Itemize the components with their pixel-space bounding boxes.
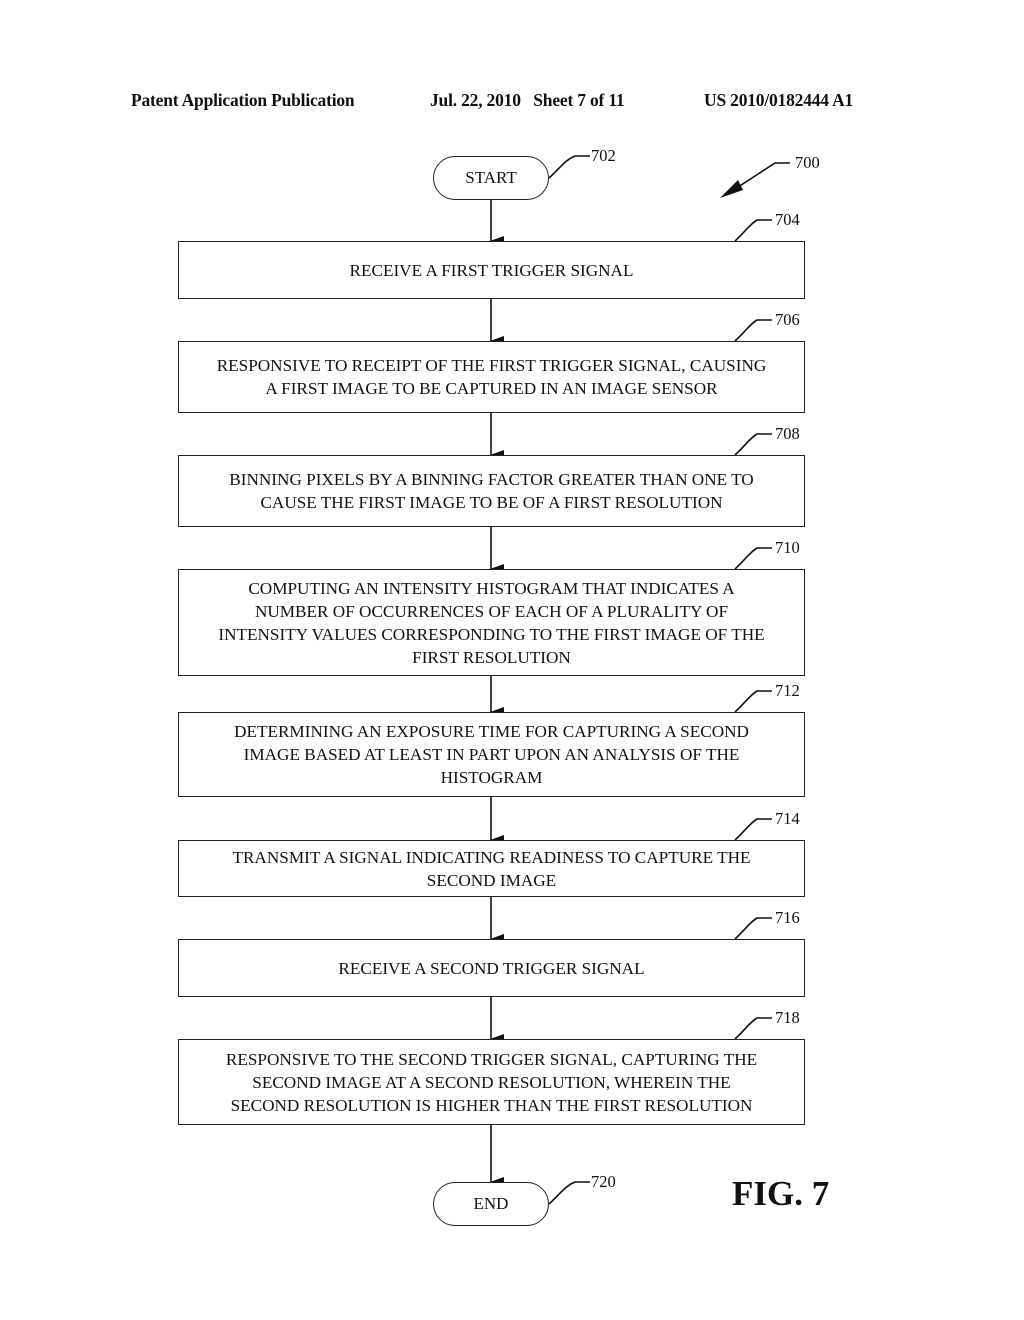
leader-708 [734, 433, 772, 456]
ref-702: 702 [591, 146, 616, 165]
leader-718 [734, 1017, 772, 1040]
step-712-text: DETERMINING AN EXPOSURE TIME FOR CAPTURI… [234, 722, 749, 787]
step-710-text: COMPUTING AN INTENSITY HISTOGRAM THAT IN… [218, 578, 765, 667]
step-718-text: RESPONSIVE TO THE SECOND TRIGGER SIGNAL,… [225, 1049, 758, 1115]
step-714-box: TRANSMIT A SIGNAL INDICATING READINESS T… [178, 840, 805, 897]
ref-700: 700 [795, 153, 820, 172]
leader-714 [734, 818, 772, 841]
start-label: START [465, 168, 517, 187]
leader-700 [734, 162, 790, 190]
step-718-box: RESPONSIVE TO THE SECOND TRIGGER SIGNAL,… [178, 1039, 805, 1125]
ref-706: 706 [775, 310, 800, 329]
leader-702 [548, 155, 590, 179]
end-terminal: END [433, 1182, 549, 1226]
step-716-text: RECEIVE A SECOND TRIGGER SIGNAL [338, 958, 645, 978]
leader-710 [734, 547, 772, 570]
step-712-box: DETERMINING AN EXPOSURE TIME FOR CAPTURI… [178, 712, 805, 797]
step-708-text: BINNING PIXELS BY A BINNING FACTOR GREAT… [229, 470, 754, 512]
figure-label: FIG. 7 [732, 1174, 830, 1213]
step-716-box: RECEIVE A SECOND TRIGGER SIGNAL [178, 939, 805, 997]
ref-708: 708 [775, 424, 800, 443]
leader-712 [734, 690, 772, 713]
end-label: END [473, 1194, 509, 1213]
leader-720 [548, 1181, 590, 1205]
ref-714: 714 [775, 809, 800, 828]
step-706-box: RESPONSIVE TO RECEIPT OF THE FIRST TRIGG… [178, 341, 805, 413]
ref-704: 704 [775, 210, 800, 229]
step-714-text: TRANSMIT A SIGNAL INDICATING READINESS T… [232, 847, 751, 890]
figure-ref-arrowhead [720, 180, 743, 198]
step-704-text: RECEIVE A FIRST TRIGGER SIGNAL [349, 260, 634, 280]
ref-716: 716 [775, 908, 800, 927]
step-706-text: RESPONSIVE TO RECEIPT OF THE FIRST TRIGG… [216, 356, 767, 398]
ref-720: 720 [591, 1172, 616, 1191]
leader-716 [734, 917, 772, 940]
step-704-box: RECEIVE A FIRST TRIGGER SIGNAL [178, 241, 805, 299]
step-710-box: COMPUTING AN INTENSITY HISTOGRAM THAT IN… [178, 569, 805, 676]
ref-712: 712 [775, 681, 800, 700]
ref-718: 718 [775, 1008, 800, 1027]
ref-710: 710 [775, 538, 800, 557]
step-708-box: BINNING PIXELS BY A BINNING FACTOR GREAT… [178, 455, 805, 527]
leader-706 [734, 319, 772, 342]
leader-704 [734, 219, 772, 242]
start-terminal: START [433, 156, 549, 200]
